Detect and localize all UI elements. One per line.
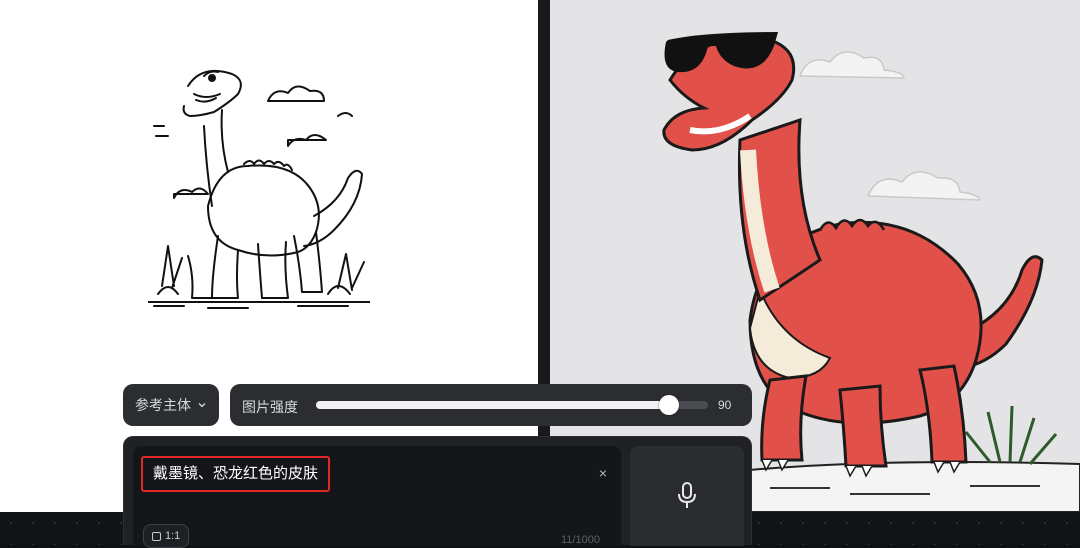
square-icon <box>152 531 161 541</box>
reference-sketch-image <box>148 70 370 309</box>
prompt-input[interactable]: 戴墨镜、恐龙红色的皮肤 × 1:1 11/1000 <box>133 446 621 548</box>
character-count: 11/1000 <box>561 534 600 546</box>
chevron-down-icon <box>198 403 206 408</box>
aspect-ratio-label: 1:1 <box>165 530 181 542</box>
reference-subject-dropdown[interactable]: 参考主体 <box>123 384 219 426</box>
image-strength-value: 90 <box>718 398 732 412</box>
prompt-panel: 戴墨镜、恐龙红色的皮肤 × 1:1 11/1000 <box>123 436 752 548</box>
slider-thumb[interactable] <box>659 395 679 415</box>
slider-fill <box>316 401 669 409</box>
close-icon[interactable]: × <box>596 466 610 480</box>
voice-input-button[interactable] <box>630 446 744 546</box>
microphone-icon <box>678 482 696 508</box>
image-strength-label: 图片强度 <box>242 399 298 415</box>
aspect-ratio-button[interactable]: 1:1 <box>143 524 190 548</box>
image-strength-slider[interactable] <box>316 395 708 415</box>
image-strength-control: 图片强度 90 <box>230 384 752 426</box>
prompt-text[interactable]: 戴墨镜、恐龙红色的皮肤 <box>141 456 331 492</box>
reference-subject-label: 参考主体 <box>135 397 191 413</box>
